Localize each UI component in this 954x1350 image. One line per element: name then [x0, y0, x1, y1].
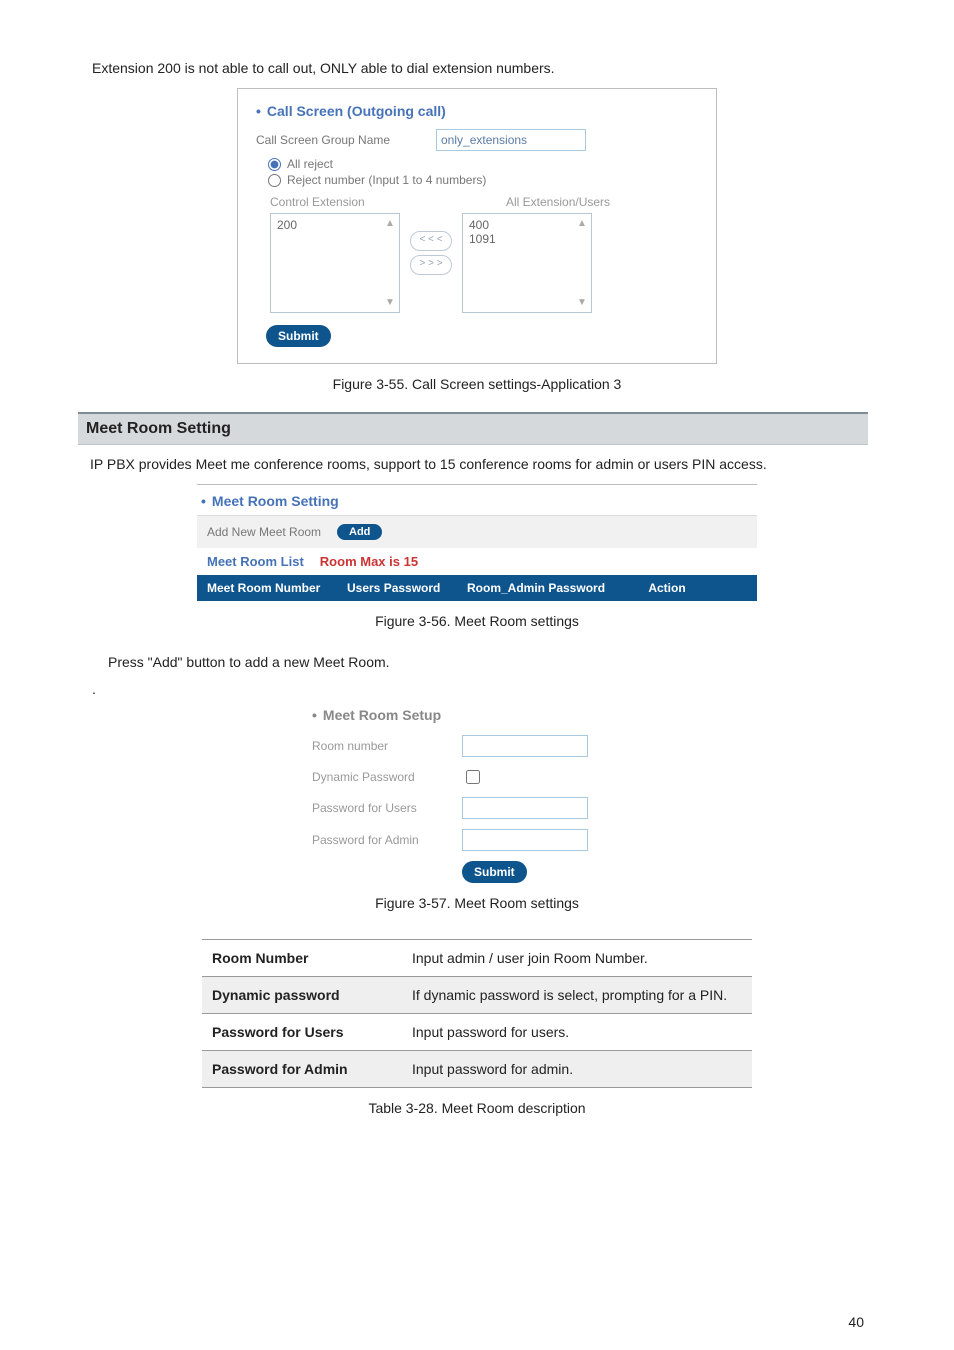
list-item: 1091 [469, 232, 585, 246]
desc-value: Input admin / user join Room Number. [402, 940, 752, 977]
scroll-down-icon[interactable]: ▼ [385, 297, 395, 308]
desc-key: Password for Users [202, 1014, 402, 1051]
all-ext-list[interactable]: 400 1091 ▲ ▼ [462, 213, 592, 313]
table-row: Room Number Input admin / user join Room… [202, 940, 752, 977]
list-item: 400 [469, 218, 585, 232]
desc-value: Input password for admin. [402, 1051, 752, 1088]
meet-room-setup-panel: •Meet Room Setup Room number Dynamic Pas… [312, 707, 642, 883]
intro-text: Extension 200 is not able to call out, O… [92, 60, 864, 76]
group-name-input[interactable] [436, 129, 586, 151]
call-screen-title: •Call Screen (Outgoing call) [256, 103, 698, 119]
room-max-label: Room Max is 15 [320, 554, 418, 569]
page-number: 40 [848, 1314, 864, 1330]
add-room-button[interactable]: Add [337, 524, 382, 540]
password-admin-label: Password for Admin [312, 833, 462, 847]
move-right-button[interactable]: > > > [410, 255, 452, 275]
mrs-title-text: Meet Room Setting [212, 493, 339, 509]
call-screen-panel: •Call Screen (Outgoing call) Call Screen… [237, 88, 717, 364]
room-number-label: Room number [312, 739, 462, 753]
col-action: Action [627, 581, 707, 595]
figure-caption-2: Figure 3-56. Meet Room settings [90, 613, 864, 629]
bullet-icon: • [312, 707, 323, 723]
control-ext-header: Control Extension [270, 195, 450, 209]
bullet-icon: • [256, 103, 267, 119]
scroll-up-icon[interactable]: ▲ [577, 218, 587, 229]
table-row: Dynamic password If dynamic password is … [202, 977, 752, 1014]
col-users-password: Users Password [347, 581, 467, 595]
room-number-input[interactable] [462, 735, 588, 757]
dynamic-password-label: Dynamic Password [312, 770, 462, 784]
figure-caption-3: Figure 3-57. Meet Room settings [90, 895, 864, 911]
scroll-up-icon[interactable]: ▲ [385, 218, 395, 229]
setup-title: Meet Room Setup [323, 707, 441, 723]
reject-number-label: Reject number (Input 1 to 4 numbers) [287, 173, 486, 187]
meet-room-setting-panel: •Meet Room Setting Add New Meet Room Add… [197, 484, 757, 601]
dynamic-password-checkbox[interactable] [466, 770, 480, 784]
room-list-title: Meet Room List [207, 554, 304, 569]
desc-value: Input password for users. [402, 1014, 752, 1051]
password-users-input[interactable] [462, 797, 588, 819]
table-row: Password for Admin Input password for ad… [202, 1051, 752, 1088]
all-reject-label: All reject [287, 157, 333, 171]
submit-button[interactable]: Submit [266, 325, 331, 347]
desc-key: Dynamic password [202, 977, 402, 1014]
password-admin-input[interactable] [462, 829, 588, 851]
figure-caption-1: Figure 3-55. Call Screen settings-Applic… [90, 376, 864, 392]
col-room-number: Meet Room Number [207, 581, 347, 595]
room-table-header: Meet Room Number Users Password Room_Adm… [197, 575, 757, 601]
press-add-text: Press "Add" button to add a new Meet Roo… [108, 649, 864, 676]
all-ext-header: All Extension/Users [450, 195, 666, 209]
reject-number-radio[interactable] [268, 174, 281, 187]
description-table: Room Number Input admin / user join Room… [202, 939, 752, 1088]
bullet-icon: • [201, 493, 212, 509]
col-admin-password: Room_Admin Password [467, 581, 627, 595]
desc-key: Password for Admin [202, 1051, 402, 1088]
group-name-label: Call Screen Group Name [256, 133, 436, 147]
list-item: 200 [277, 218, 297, 232]
table-row: Password for Users Input password for us… [202, 1014, 752, 1051]
section-body: IP PBX provides Meet me conference rooms… [90, 451, 864, 478]
call-screen-title-text: Call Screen (Outgoing call) [267, 103, 446, 119]
all-reject-radio[interactable] [268, 158, 281, 171]
table-caption: Table 3-28. Meet Room description [90, 1100, 864, 1116]
scroll-down-icon[interactable]: ▼ [577, 297, 587, 308]
control-ext-list[interactable]: 200 ▲ ▼ [270, 213, 400, 313]
move-left-button[interactable]: < < < [410, 231, 452, 251]
desc-key: Room Number [202, 940, 402, 977]
section-meet-room: Meet Room Setting [78, 412, 868, 445]
setup-submit-button[interactable]: Submit [462, 861, 527, 883]
password-users-label: Password for Users [312, 801, 462, 815]
add-room-label: Add New Meet Room [207, 525, 337, 539]
desc-value: If dynamic password is select, prompting… [402, 977, 752, 1014]
